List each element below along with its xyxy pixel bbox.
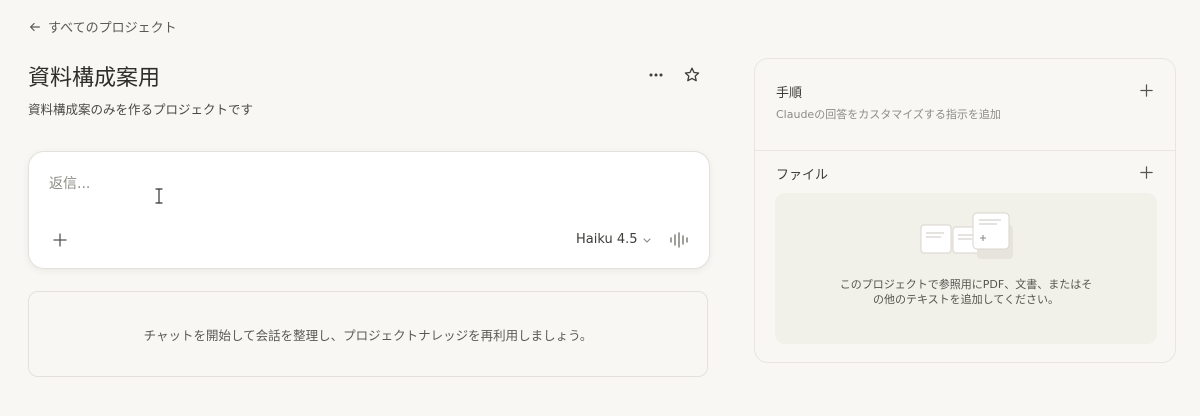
message-composer: Haiku 4.5 (28, 151, 710, 269)
project-page: すべてのプロジェクト 資料構成案用 資料構成案のみを作るプロジェクトです Hai… (0, 0, 1200, 416)
instructions-section: 手順 Claudeの回答をカスタマイズする指示を追加 (755, 59, 1175, 151)
back-to-projects-link[interactable]: すべてのプロジェクト (28, 17, 177, 36)
star-icon (684, 67, 700, 82)
project-description: 資料構成案のみを作るプロジェクトです (28, 102, 254, 117)
project-side-panel: 手順 Claudeの回答をカスタマイズする指示を追加 ファイル このプロジェクト… (754, 58, 1176, 363)
more-options-button[interactable] (645, 64, 667, 86)
plus-icon (53, 233, 67, 247)
text-cursor-icon (155, 188, 163, 204)
instructions-description: Claudeの回答をカスタマイズする指示を追加 (776, 108, 1001, 121)
files-empty-message: このプロジェクトで参照用にPDF、文書、またはその他のテキストを追加してください… (839, 278, 1093, 306)
chevron-down-icon (642, 237, 651, 243)
files-title: ファイル (776, 168, 829, 183)
chats-empty-message: チャットを開始して会話を整理し、プロジェクトナレッジを再利用しましょう。 (143, 327, 593, 343)
files-dropzone[interactable]: このプロジェクトで参照用にPDF、文書、またはその他のテキストを追加してください… (775, 193, 1157, 344)
title-actions (645, 64, 703, 86)
plus-icon (1139, 83, 1153, 97)
arrow-left-icon (30, 22, 40, 31)
add-file-button[interactable] (1137, 163, 1155, 181)
model-selector[interactable]: Haiku 4.5 (576, 232, 652, 247)
voice-input-button[interactable] (667, 228, 693, 252)
files-illustration-icon (920, 212, 1013, 259)
add-instructions-button[interactable] (1137, 81, 1155, 99)
add-attachment-button[interactable] (49, 229, 71, 251)
plus-icon (1139, 165, 1153, 179)
chats-empty-state: チャットを開始して会話を整理し、プロジェクトナレッジを再利用しましょう。 (28, 291, 708, 377)
model-name: Haiku 4.5 (576, 232, 638, 247)
reply-input[interactable] (49, 176, 569, 192)
project-title: 資料構成案用 (28, 66, 161, 91)
back-link-label: すべてのプロジェクト (48, 21, 177, 36)
star-button[interactable] (681, 64, 703, 86)
instructions-title: 手順 (776, 86, 803, 101)
more-horizontal-icon (649, 73, 663, 77)
voice-waveform-icon (670, 232, 688, 248)
